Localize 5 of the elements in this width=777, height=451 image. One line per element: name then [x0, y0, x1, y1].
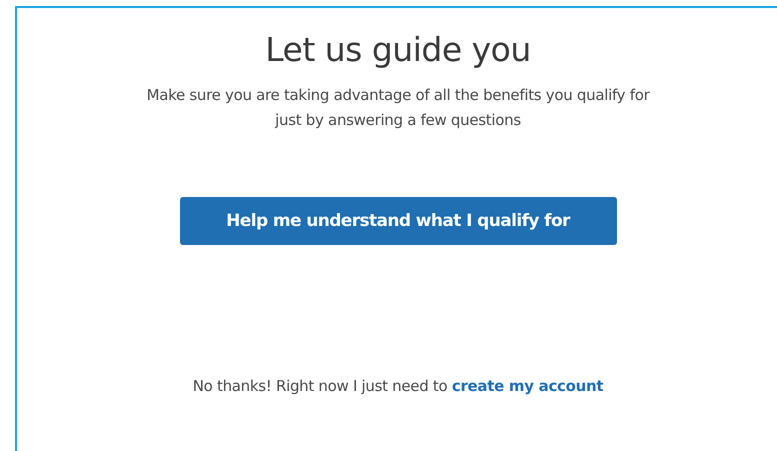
- qualify-button[interactable]: Help me understand what I qualify for: [180, 197, 616, 245]
- subtitle: Make sure you are taking advantage of all the benefits you qualify for just by answering a few questions: [146, 85, 650, 131]
- create-account-link[interactable]: create my account: [452, 377, 604, 395]
- page-title: Let us guide you: [265, 30, 531, 69]
- footer-text: No thanks! Right now I just need to create my account: [192, 377, 604, 395]
